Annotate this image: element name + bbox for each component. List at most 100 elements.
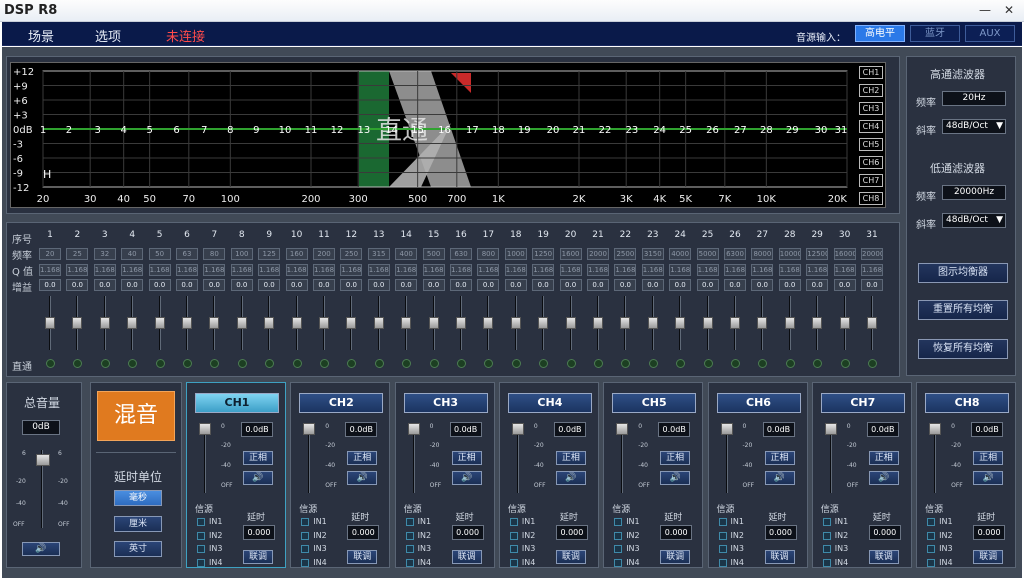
band-q-field[interactable]: 1.168	[148, 264, 171, 276]
band-freq-field[interactable]: 630	[450, 248, 472, 260]
band-fader-knob[interactable]	[209, 317, 220, 329]
channel-mute-button[interactable]: 🔊	[868, 471, 899, 485]
band-freq-field[interactable]: 800	[477, 248, 500, 260]
channel-select-button[interactable]: CH7	[820, 393, 905, 413]
band-q-field[interactable]: 1.168	[532, 264, 555, 276]
phase-button[interactable]: 正相	[973, 451, 1004, 465]
band-q-field[interactable]: 1.168	[93, 264, 116, 276]
band-gain-field[interactable]: 0.0	[450, 279, 472, 291]
band-fader-knob[interactable]	[675, 317, 686, 329]
input-checkbox[interactable]	[614, 531, 623, 540]
band-fader-knob[interactable]	[757, 317, 768, 329]
input-checkbox[interactable]	[822, 531, 831, 540]
band-fader-knob[interactable]	[45, 317, 55, 329]
band-fader-knob[interactable]	[401, 317, 412, 329]
band-freq-field[interactable]: 20000	[861, 248, 883, 260]
graph-channel-button[interactable]: CH5	[859, 138, 883, 151]
input-checkbox[interactable]	[301, 558, 310, 567]
band-q-field[interactable]: 1.168	[641, 264, 664, 276]
channel-select-button[interactable]: CH3	[403, 393, 488, 413]
input-checkbox[interactable]	[614, 558, 623, 567]
band-fader-knob[interactable]	[99, 317, 110, 329]
band-gain-field[interactable]: 0.0	[230, 279, 253, 291]
band-fader-knob[interactable]	[510, 317, 521, 329]
menu-options[interactable]: 选项	[95, 26, 121, 45]
channel-select-button[interactable]: CH1	[195, 393, 279, 413]
band-fader-knob[interactable]	[784, 317, 795, 329]
band-gain-field[interactable]: 0.0	[751, 279, 774, 291]
channel-mute-button[interactable]: 🔊	[243, 471, 273, 485]
input-checkbox[interactable]	[197, 558, 205, 567]
delay-value-field[interactable]: 0.000	[973, 525, 1006, 540]
band-freq-field[interactable]: 4000	[669, 248, 692, 260]
band-freq-field[interactable]: 80	[203, 248, 226, 260]
band-bypass-led[interactable]	[183, 359, 192, 368]
low-pass-slope-select[interactable]: 48dB/Oct ▼	[942, 213, 1006, 228]
source-bluetooth-button[interactable]: 蓝牙	[910, 25, 960, 42]
band-fader-knob[interactable]	[154, 317, 165, 329]
band-gain-field[interactable]: 0.0	[724, 279, 746, 291]
band-gain-field[interactable]: 0.0	[340, 279, 363, 291]
channel-mute-button[interactable]: 🔊	[347, 471, 378, 485]
band-freq-field[interactable]: 400	[395, 248, 418, 260]
minimize-icon[interactable]: —	[976, 2, 994, 18]
band-freq-field[interactable]: 315	[367, 248, 390, 260]
band-freq-field[interactable]: 3150	[641, 248, 664, 260]
input-checkbox[interactable]	[197, 531, 205, 540]
band-q-field[interactable]: 1.168	[833, 264, 856, 276]
band-fader-knob[interactable]	[483, 317, 494, 329]
link-button[interactable]: 联调	[973, 550, 1004, 564]
input-checkbox[interactable]	[822, 518, 831, 526]
band-fader-knob[interactable]	[647, 317, 658, 329]
band-gain-field[interactable]: 0.0	[121, 279, 144, 291]
band-fader-knob[interactable]	[839, 317, 850, 329]
high-pass-freq-field[interactable]: 20Hz	[942, 91, 1006, 106]
band-fader-knob[interactable]	[72, 317, 83, 329]
band-gain-field[interactable]: 0.0	[39, 279, 61, 291]
band-fader-knob[interactable]	[620, 317, 631, 329]
input-checkbox[interactable]	[405, 518, 414, 526]
band-bypass-led[interactable]	[840, 359, 850, 368]
input-checkbox[interactable]	[405, 545, 414, 553]
band-fader-knob[interactable]	[730, 317, 740, 329]
band-fader-knob[interactable]	[291, 317, 302, 329]
input-checkbox[interactable]	[927, 531, 936, 540]
band-freq-field[interactable]: 2500	[614, 248, 637, 260]
channel-fader-knob[interactable]	[720, 423, 733, 435]
channel-mute-button[interactable]: 🔊	[555, 471, 586, 485]
source-high-level-button[interactable]: 高电平	[855, 25, 905, 42]
band-gain-field[interactable]: 0.0	[504, 279, 527, 291]
band-gain-field[interactable]: 0.0	[422, 279, 445, 291]
band-bypass-led[interactable]	[374, 359, 384, 368]
band-freq-field[interactable]: 125	[258, 248, 281, 260]
band-q-field[interactable]: 1.168	[751, 264, 774, 276]
phase-button[interactable]: 正相	[243, 451, 273, 465]
band-freq-field[interactable]: 50	[148, 248, 171, 260]
band-gain-field[interactable]: 0.0	[559, 279, 582, 291]
band-freq-field[interactable]: 1250	[532, 248, 555, 260]
band-gain-field[interactable]: 0.0	[176, 279, 198, 291]
channel-mute-button[interactable]: 🔊	[451, 471, 482, 485]
band-bypass-led[interactable]	[703, 359, 713, 368]
restore-all-eq-button[interactable]: 恢复所有均衡	[918, 339, 1008, 359]
graph-channel-button[interactable]: CH2	[859, 84, 883, 97]
graphic-eq-button[interactable]: 图示均衡器	[918, 263, 1008, 283]
band-q-field[interactable]: 1.168	[778, 264, 801, 276]
band-freq-field[interactable]: 1000	[504, 248, 527, 260]
eq-graph[interactable]: 直通 +12 +9 +6 +3 0dB -3 -6 -9 -12 20 30 40 50 70 100 20…	[10, 62, 886, 208]
low-pass-freq-field[interactable]: 20000Hz	[942, 185, 1006, 200]
input-checkbox[interactable]	[614, 518, 623, 526]
channel-fader-knob[interactable]	[824, 423, 837, 435]
band-freq-field[interactable]: 12500	[806, 248, 829, 260]
band-fader-knob[interactable]	[812, 317, 823, 329]
band-q-field[interactable]: 1.168	[450, 264, 472, 276]
band-bypass-led[interactable]	[648, 359, 658, 368]
band-gain-field[interactable]: 0.0	[669, 279, 692, 291]
master-fader-knob[interactable]	[36, 454, 50, 466]
link-button[interactable]: 联调	[451, 550, 482, 564]
band-freq-field[interactable]: 20	[39, 248, 61, 260]
band-freq-field[interactable]: 160	[285, 248, 308, 260]
input-checkbox[interactable]	[718, 558, 727, 567]
input-checkbox[interactable]	[405, 558, 414, 567]
band-fader-knob[interactable]	[319, 317, 329, 329]
